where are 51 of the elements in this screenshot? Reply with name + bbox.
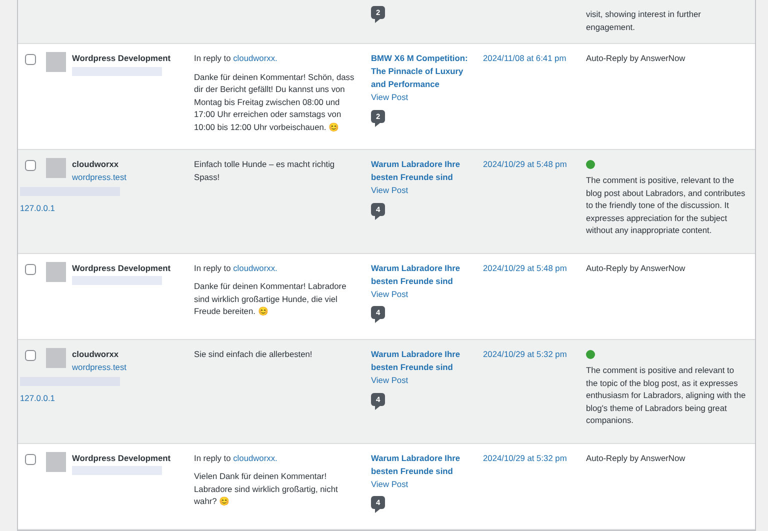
status-text: The comment is positive, relevant to the blog post about Labradors, and contributes to the friendly tone of the discussion. It expresses appreciation for the subject without any inappropriate content. [586, 174, 746, 236]
post-title-link[interactable]: Warum Labradore Ihre besten Freunde sind [371, 348, 477, 374]
comment-text: Danke für deinen Kommentar! Labradore sind wirklich großartige Hunde, die viel Freude bereiten. 😊 [194, 280, 348, 318]
view-post-link[interactable]: View Post [371, 184, 408, 196]
view-post-link[interactable]: View Post [371, 91, 408, 104]
date-link[interactable]: 2024/10/29 at 5:32 pm [483, 452, 567, 462]
reply-to-text: In reply to cloudworxx. [194, 452, 278, 464]
author-url-link[interactable]: wordpress.test [72, 172, 126, 182]
date-link[interactable]: 2024/10/29 at 5:32 pm [483, 349, 567, 359]
row-checkbox[interactable] [25, 160, 36, 171]
row-checkbox[interactable] [25, 350, 36, 361]
reply-to-text: In reply to cloudworxx. [194, 262, 278, 274]
status-text: Auto-Reply by AnswerNow [586, 452, 686, 464]
author-name: Wordpress Development [72, 52, 172, 64]
comment-text: Einfach tolle Hunde – es macht richtig Spass! [194, 158, 336, 183]
reply-to-link[interactable]: cloudworxx. [233, 452, 278, 462]
row-checkbox[interactable] [25, 264, 36, 274]
post-title-link[interactable]: Warum Labradore Ihre besten Freunde sind [371, 452, 477, 478]
view-post-link[interactable]: View Post [371, 374, 408, 386]
reply-to-link[interactable]: cloudworxx. [233, 53, 278, 63]
author-url-link[interactable]: wordpress.test [72, 362, 126, 372]
author-name: cloudworxx [72, 158, 120, 170]
avatar-icon [46, 158, 66, 178]
comment-text: Sie sind einfach die allerbesten! [194, 348, 314, 360]
avatar-icon [46, 262, 66, 282]
post-title-link[interactable]: BMW X6 M Competition: The Pinnacle of Luxury and Performance [371, 52, 477, 91]
avatar-icon [46, 348, 66, 368]
comment-text: Danke für deinen Kommentar! Schön, dass dir der Bericht gefällt! Du kannst uns von Montag bis Freitag zwischen 08:00 und 17:00 Uhr erreichen oder samstags von 10:00 bis 12:00 Uhr vorbeischauen. 😊 [194, 70, 356, 133]
author-name: Wordpress Development [72, 262, 172, 274]
author-name: cloudworxx [72, 348, 120, 360]
date-link[interactable]: 2024/10/29 at 5:48 pm [483, 159, 567, 169]
ip-address-link[interactable]: 127.0.0.1 [20, 202, 194, 214]
post-title-link[interactable]: Warum Labradore Ihre besten Freunde sind [371, 262, 477, 288]
date-link[interactable]: 2024/11/08 at 6:41 pm [483, 53, 566, 63]
comment-text: Vielen Dank für deinen Kommentar! Labradore sind wirklich großartig, nicht wahr? 😊 [194, 470, 339, 508]
row-checkbox[interactable] [25, 454, 36, 464]
ip-address-link[interactable]: 127.0.0.1 [20, 392, 194, 404]
avatar-icon [46, 452, 66, 472]
status-text: visit, showing interest in further engagement. [586, 8, 702, 33]
author-name: Wordpress Development [72, 452, 172, 464]
status-text: Auto-Reply by AnswerNow [586, 262, 686, 274]
view-post-link[interactable]: View Post [371, 288, 408, 300]
reply-to-link[interactable]: cloudworxx. [233, 262, 278, 272]
post-title-link[interactable]: Warum Labradore Ihre besten Freunde sind [371, 158, 477, 184]
status-text: Auto-Reply by AnswerNow [586, 52, 686, 64]
reply-to-text: In reply to cloudworxx. [194, 52, 278, 64]
status-text: The comment is positive and relevant to the topic of the blog post, as it expresses enthusiasm for Labradors, aligning with the blog's theme of Labradors being great companions. [586, 364, 747, 426]
date-link[interactable]: 2024/10/29 at 5:48 pm [483, 262, 567, 272]
avatar-icon [46, 52, 66, 72]
view-post-link[interactable]: View Post [371, 478, 408, 490]
row-checkbox[interactable] [25, 54, 36, 65]
